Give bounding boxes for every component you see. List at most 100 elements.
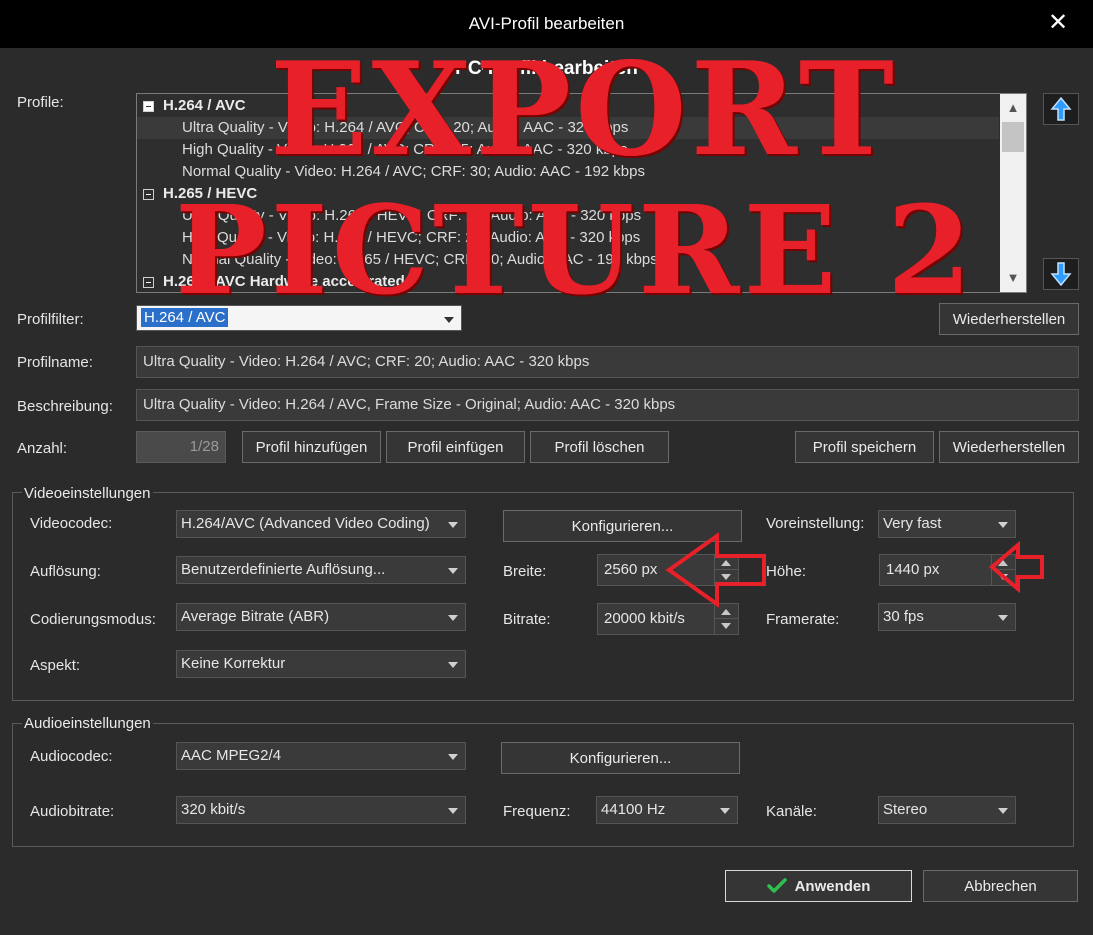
bitrate-label: Bitrate: [503, 611, 551, 628]
arrow-down-icon [1050, 262, 1072, 287]
move-down-button[interactable] [1043, 258, 1079, 290]
audio-codec-dropdown[interactable]: AAC MPEG2/4 [176, 742, 466, 770]
chevron-down-icon [998, 615, 1008, 621]
profile-name-label: Profilname: [17, 354, 93, 371]
add-profile-button[interactable]: Profil hinzufügen [242, 431, 381, 463]
profile-list-scrollbar[interactable]: ▲ ▼ [1000, 94, 1026, 292]
chevron-down-icon [998, 808, 1008, 814]
frequency-dropdown[interactable]: 44100 Hz [596, 796, 738, 824]
channels-label: Kanäle: [766, 803, 817, 820]
audio-settings-title: Audioeinstellungen [22, 715, 153, 732]
chevron-down-icon [448, 754, 458, 760]
title-bar: AVI-Profil bearbeiten [0, 0, 1093, 48]
collapse-icon[interactable] [143, 277, 154, 288]
count-label: Anzahl: [17, 440, 68, 457]
annotation-arrow-width [665, 532, 766, 608]
list-item[interactable]: High Quality - Video: H.264 / AVC; CRF: … [137, 139, 999, 161]
restore-profile-button[interactable]: Wiederherstellen [939, 431, 1079, 463]
profile-group[interactable]: H.264 / AVC [137, 95, 999, 117]
list-item-label: Normal Quality - Video: H.265 / HEVC; CR… [182, 251, 658, 268]
profile-count: 1/28 [136, 431, 226, 463]
collapse-icon[interactable] [143, 189, 154, 200]
insert-profile-button[interactable]: Profil einfügen [386, 431, 525, 463]
list-item[interactable]: High Quality - Video: H.265 / HEVC; CRF:… [137, 227, 999, 249]
aspect-value: Keine Korrektur [181, 655, 286, 672]
resolution-dropdown[interactable]: Benutzerdefinierte Auflösung... [176, 556, 466, 584]
chevron-down-icon [444, 317, 454, 323]
scroll-up-icon[interactable]: ▲ [1000, 96, 1026, 120]
list-item-label: Normal Quality - Video: H.264 / AVC; CRF… [182, 163, 645, 180]
apply-label: Anwenden [794, 877, 871, 895]
channels-value: Stereo [883, 801, 928, 818]
annotation-arrow-height [988, 541, 1044, 593]
audio-bitrate-value: 320 kbit/s [181, 801, 246, 818]
chevron-down-icon [448, 568, 458, 574]
video-codec-dropdown[interactable]: H.264/AVC (Advanced Video Coding) [176, 510, 466, 538]
scroll-thumb[interactable] [1002, 122, 1024, 152]
list-item-label: Ultra Quality - Video: H.264 / AVC; CRF:… [182, 119, 629, 136]
cancel-button[interactable]: Abbrechen [923, 870, 1078, 902]
filter-value: H.264 / AVC [141, 308, 229, 327]
channels-dropdown[interactable]: Stereo [878, 796, 1016, 824]
frequency-value: 44100 Hz [601, 801, 666, 818]
spin-up-icon[interactable] [721, 609, 731, 615]
collapse-icon[interactable] [143, 101, 154, 112]
preset-value: Very fast [883, 515, 942, 532]
framerate-dropdown[interactable]: 30 fps [878, 603, 1016, 631]
height-label: Höhe: [766, 563, 807, 580]
list-item-label: High Quality - Video: H.265 / HEVC; CRF:… [182, 229, 641, 246]
list-item-label: H.264 / AVC Hardware accelerated [163, 273, 405, 290]
list-item-label: H.264 / AVC [163, 97, 246, 114]
delete-profile-button[interactable]: Profil löschen [530, 431, 669, 463]
profiles-label: Profile: [17, 94, 64, 111]
list-item[interactable]: Ultra Quality - Video: H.264 / AVC; CRF:… [137, 117, 999, 139]
move-up-button[interactable] [1043, 93, 1079, 125]
encoding-mode-label: Codierungsmodus: [30, 611, 156, 628]
resolution-label: Auflösung: [30, 563, 101, 580]
chevron-down-icon [998, 522, 1008, 528]
save-profile-button[interactable]: Profil speichern [795, 431, 934, 463]
arrow-up-icon [1050, 96, 1072, 121]
dialog-heading: PC-Profil bearbeiten [455, 58, 638, 79]
profile-filter-dropdown[interactable]: H.264 / AVC [136, 305, 462, 331]
encoding-mode-dropdown[interactable]: Average Bitrate (ABR) [176, 603, 466, 631]
spin-down-icon[interactable] [721, 623, 731, 629]
audio-bitrate-label: Audiobitrate: [30, 803, 115, 820]
chevron-down-icon [448, 522, 458, 528]
profile-list[interactable]: H.264 / AVC Ultra Quality - Video: H.264 … [136, 93, 1027, 293]
bitrate-spin-buttons[interactable] [714, 604, 738, 634]
bitrate-value: 20000 kbit/s [604, 610, 685, 627]
width-label: Breite: [503, 563, 547, 580]
list-item[interactable]: Normal Quality - Video: H.264 / AVC; CRF… [137, 161, 999, 183]
profile-group[interactable]: H.264 / AVC Hardware accelerated [137, 271, 999, 292]
apply-button[interactable]: Anwenden [725, 870, 912, 902]
encoding-mode-value: Average Bitrate (ABR) [181, 608, 330, 625]
chevron-down-icon [448, 808, 458, 814]
list-item[interactable]: Normal Quality - Video: H.265 / HEVC; CR… [137, 249, 999, 271]
close-icon[interactable]: ✕ [1045, 10, 1071, 36]
audio-configure-button[interactable]: Konfigurieren... [501, 742, 740, 774]
chevron-down-icon [720, 808, 730, 814]
framerate-value: 30 fps [883, 608, 924, 625]
video-codec-value: H.264/AVC (Advanced Video Coding) [181, 515, 430, 532]
check-icon [766, 878, 787, 893]
aspect-dropdown[interactable]: Keine Korrektur [176, 650, 466, 678]
preset-dropdown[interactable]: Very fast [878, 510, 1016, 538]
frequency-label: Frequenz: [503, 803, 571, 820]
description-label: Beschreibung: [17, 398, 113, 415]
preset-label: Voreinstellung: [766, 515, 865, 532]
window-title: AVI-Profil bearbeiten [468, 14, 625, 33]
filter-restore-button[interactable]: Wiederherstellen [939, 303, 1079, 335]
chevron-down-icon [448, 662, 458, 668]
chevron-down-icon [448, 615, 458, 621]
profile-name-input[interactable]: Ultra Quality - Video: H.264 / AVC; CRF:… [136, 346, 1079, 378]
filter-label: Profilfilter: [17, 311, 84, 328]
list-item[interactable]: Ultra Quality - Video: H.265 / HEVC; CRF… [137, 205, 999, 227]
list-item-label: H.265 / HEVC [163, 185, 258, 202]
resolution-value: Benutzerdefinierte Auflösung... [181, 561, 386, 578]
profile-group[interactable]: H.265 / HEVC [137, 183, 999, 205]
audio-codec-value: AAC MPEG2/4 [181, 747, 282, 764]
description-input[interactable]: Ultra Quality - Video: H.264 / AVC, Fram… [136, 389, 1079, 421]
audio-bitrate-dropdown[interactable]: 320 kbit/s [176, 796, 466, 824]
scroll-down-icon[interactable]: ▼ [1000, 266, 1026, 290]
